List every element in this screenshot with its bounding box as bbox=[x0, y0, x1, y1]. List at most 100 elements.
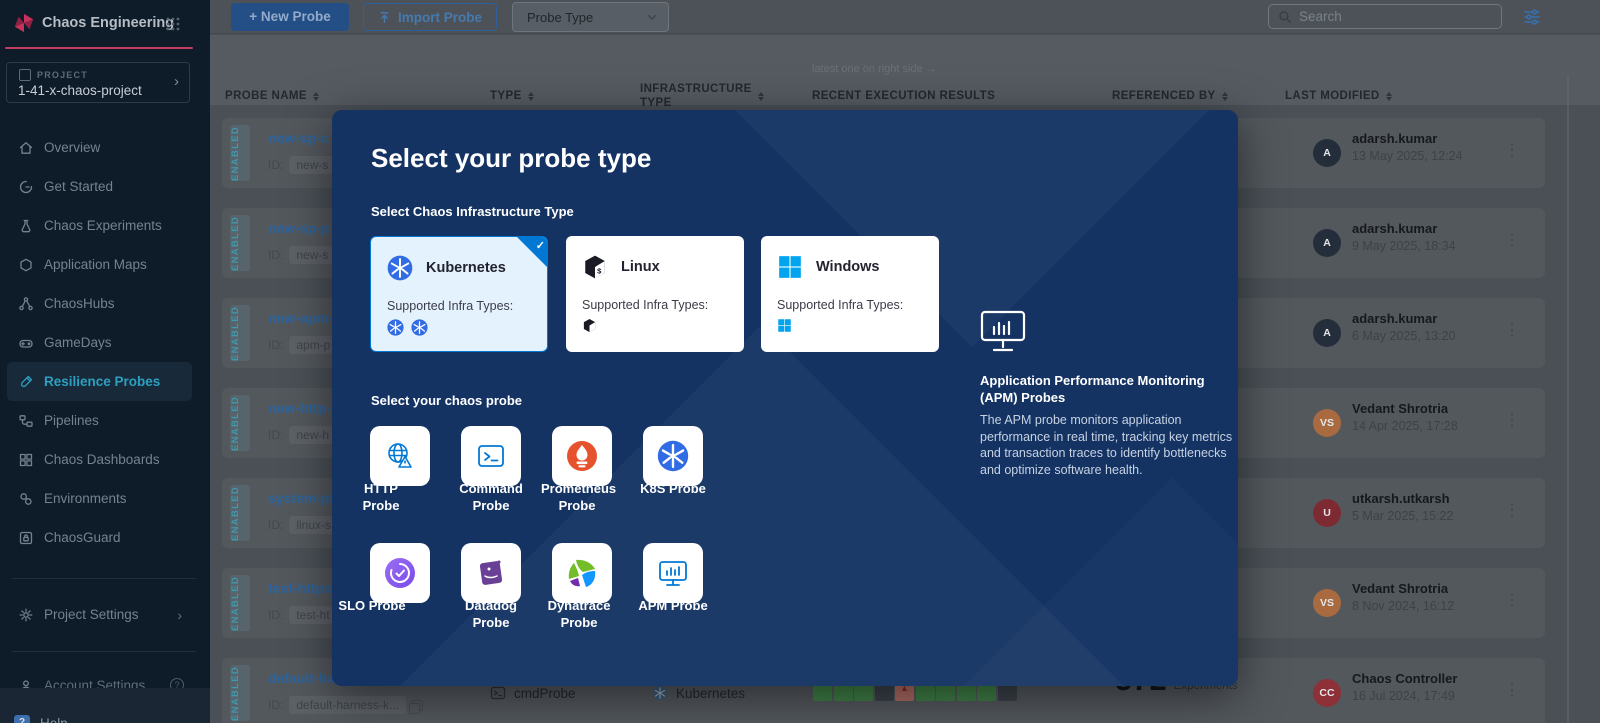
status-badge: ENABLED bbox=[230, 125, 250, 181]
avatar: CC bbox=[1313, 679, 1341, 707]
id-label: ID: bbox=[268, 338, 283, 352]
slo-probe-icon bbox=[384, 557, 416, 589]
probe-id: linux-s bbox=[289, 516, 338, 534]
probe-tile-apm[interactable] bbox=[643, 543, 703, 603]
probe-tile-http[interactable] bbox=[370, 426, 430, 486]
id-label: ID: bbox=[268, 518, 283, 532]
probe-tile-label: Command Probe bbox=[455, 480, 527, 514]
kebab-menu[interactable]: ⋮ bbox=[1504, 410, 1518, 430]
kebab-menu[interactable]: ⋮ bbox=[1504, 230, 1518, 250]
kebab-menu[interactable]: ⋮ bbox=[1504, 680, 1518, 700]
probe-tile-prometheus[interactable] bbox=[552, 426, 612, 486]
kubernetes-icon bbox=[411, 319, 428, 336]
id-label: ID: bbox=[268, 608, 283, 622]
modified-date: 5 Mar 2025, 15:22 bbox=[1352, 509, 1453, 523]
dynatrace-probe-icon bbox=[566, 557, 598, 589]
probe-id: default-harness-k... bbox=[289, 696, 406, 714]
sidebar-item-label: ChaosHubs bbox=[44, 296, 115, 311]
probe-name-link[interactable]: test-https bbox=[268, 580, 332, 596]
environments-icon bbox=[18, 491, 34, 507]
chevron-right-icon: › bbox=[177, 607, 182, 623]
probe-tile-datadog[interactable] bbox=[461, 543, 521, 603]
search-box bbox=[1268, 4, 1502, 29]
sidebar-item-pipelines[interactable]: Pipelines bbox=[0, 401, 210, 440]
column-header-infrastructure-type[interactable]: INFRASTRUCTURE TYPE bbox=[640, 82, 750, 110]
probe-tile-label: HTTP Probe bbox=[345, 480, 417, 514]
sidebar-item-chaos-experiments[interactable]: Chaos Experiments bbox=[0, 206, 210, 245]
kebab-menu[interactable]: ⋮ bbox=[1504, 140, 1518, 160]
linux-icon bbox=[582, 318, 597, 333]
probe-tile-command[interactable] bbox=[461, 426, 521, 486]
sidebar-item-environments[interactable]: Environments bbox=[0, 479, 210, 518]
sidebar-item-gamedays[interactable]: GameDays bbox=[0, 323, 210, 362]
modified-date: 6 May 2025, 13:20 bbox=[1352, 329, 1456, 343]
sidebar-item-overview[interactable]: Overview bbox=[0, 128, 210, 167]
avatar: VS bbox=[1313, 589, 1341, 617]
scroll-indicator[interactable] bbox=[1567, 75, 1569, 723]
kebab-menu[interactable]: ⋮ bbox=[1504, 320, 1518, 340]
divider bbox=[12, 578, 196, 579]
infra-card-name: Windows bbox=[816, 259, 880, 275]
gear-icon bbox=[18, 607, 34, 623]
filter-sliders-icon[interactable] bbox=[1522, 7, 1542, 27]
probe-section-label: Select your chaos probe bbox=[371, 393, 522, 408]
module-grid-icon[interactable] bbox=[165, 16, 181, 32]
probe-id: new-h bbox=[289, 426, 336, 444]
id-label: ID: bbox=[268, 428, 283, 442]
probe-name-link[interactable]: new-sp-p bbox=[268, 220, 329, 236]
sidebar-item-get-started[interactable]: Get Started bbox=[0, 167, 210, 206]
modified-by-user: Vedant Shrotria bbox=[1352, 581, 1448, 596]
modal-title: Select your probe type bbox=[371, 143, 651, 174]
apm-panel-title: Application Performance Monitoring (APM)… bbox=[980, 372, 1232, 406]
probe-name-link[interactable]: new-sp-c bbox=[268, 130, 329, 146]
status-badge: ENABLED bbox=[230, 665, 250, 721]
avatar: A bbox=[1313, 139, 1341, 167]
kebab-menu[interactable]: ⋮ bbox=[1504, 590, 1518, 610]
search-input[interactable] bbox=[1299, 9, 1479, 24]
sidebar-item-resilience-probes[interactable]: Resilience Probes bbox=[7, 362, 192, 401]
column-header-last-modified[interactable]: LAST MODIFIED bbox=[1285, 90, 1392, 102]
terminal-icon bbox=[490, 685, 506, 701]
new-probe-button[interactable]: + New Probe bbox=[231, 3, 349, 31]
probe-type-value: cmdProbe bbox=[514, 686, 576, 701]
infra-card-linux[interactable]: $ Linux Supported Infra Types: bbox=[566, 236, 744, 352]
import-probe-button[interactable]: Import Probe bbox=[363, 3, 497, 31]
id-label: ID: bbox=[268, 698, 283, 712]
probe-type-cell: cmdProbe bbox=[490, 685, 576, 701]
latest-note: latest one on right side → bbox=[812, 63, 937, 75]
probe-type-filter[interactable]: Probe Type bbox=[512, 2, 669, 32]
kebab-menu[interactable]: ⋮ bbox=[1504, 500, 1518, 520]
sidebar-item-chaosguard[interactable]: ChaosGuard bbox=[0, 518, 210, 557]
column-header-probe-name[interactable]: PROBE NAME bbox=[225, 90, 319, 102]
probe-tile-label: Datadog Probe bbox=[455, 597, 527, 631]
sidebar-item-label: Application Maps bbox=[44, 257, 147, 272]
sidebar-item-application-maps[interactable]: Application Maps bbox=[0, 245, 210, 284]
sidebar-item-chaos-dashboards[interactable]: Chaos Dashboards bbox=[0, 440, 210, 479]
probe-tube-icon bbox=[18, 374, 34, 390]
probe-name-link[interactable]: default-ha bbox=[268, 670, 335, 686]
copy-icon[interactable] bbox=[412, 700, 423, 711]
toolbar: + New Probe Import Probe Probe Type bbox=[210, 0, 1600, 34]
divider bbox=[12, 651, 196, 652]
sidebar-item-chaoshubs[interactable]: ChaosHubs bbox=[0, 284, 210, 323]
table-header: PROBE NAME TYPE INFRASTRUCTURE TYPE late… bbox=[210, 35, 1600, 105]
probe-name-link[interactable]: new-apm- bbox=[268, 310, 333, 326]
probe-name-link[interactable]: system-pr bbox=[268, 490, 335, 506]
probe-tile-slo[interactable] bbox=[370, 543, 430, 603]
probe-tile-dynatrace[interactable] bbox=[552, 543, 612, 603]
k8s-probe-icon bbox=[657, 440, 689, 472]
project-selector[interactable]: PROJECT 1-41-x-chaos-project › bbox=[6, 62, 190, 103]
probe-id: apm-p bbox=[289, 336, 337, 354]
probe-name-link[interactable]: new-http- bbox=[268, 400, 331, 416]
column-header-referenced-by[interactable]: REFERENCED BY bbox=[1112, 90, 1228, 102]
column-header-type[interactable]: TYPE bbox=[490, 90, 534, 102]
infra-card-kubernetes[interactable]: ✓ Kubernetes Supported Infra Types: bbox=[370, 236, 548, 352]
infra-card-windows[interactable]: Windows Supported Infra Types: bbox=[761, 236, 939, 352]
sidebar-item-help[interactable]: ? Help bbox=[0, 708, 210, 723]
decorative-shape bbox=[675, 110, 1238, 347]
sidebar-item-project-settings[interactable]: Project Settings › bbox=[0, 595, 210, 634]
id-label: ID: bbox=[268, 158, 283, 172]
hexagon-icon bbox=[18, 257, 34, 273]
probe-tile-k8s[interactable] bbox=[643, 426, 703, 486]
project-name: 1-41-x-chaos-project bbox=[18, 83, 142, 98]
